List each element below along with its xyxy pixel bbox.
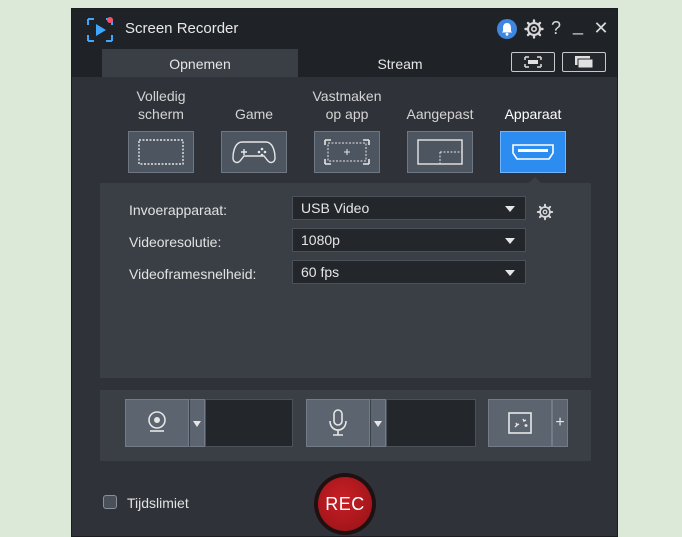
mode-fullscreen[interactable]: Volledig scherm	[118, 77, 204, 173]
device-settings-gear-icon[interactable]	[536, 203, 554, 221]
mode-fullscreen-button[interactable]	[128, 131, 194, 173]
mode-device-button[interactable]	[500, 131, 566, 173]
mode-lock-to-app-label-2: op app	[325, 106, 369, 122]
window-mode-button[interactable]	[562, 52, 606, 72]
video-framerate-select[interactable]: 60 fps	[292, 260, 526, 284]
time-limit-label: Tijdslimiet	[127, 495, 189, 511]
settings-gear-icon[interactable]	[524, 19, 544, 39]
mode-fullscreen-label-1: Volledig	[136, 88, 186, 104]
capture-frame-icon	[524, 56, 542, 68]
webcam-toggle-button[interactable]	[125, 399, 189, 447]
webcam-source-field[interactable]	[205, 399, 293, 447]
microphone-source-field[interactable]	[386, 399, 476, 447]
gamepad-icon	[232, 141, 276, 164]
effects-button[interactable]	[488, 399, 552, 447]
screen-recorder-window: Screen Recorder ? _ ✕ Opnemen Stream Vol…	[71, 8, 618, 537]
add-device-button[interactable]: +	[552, 399, 568, 447]
chevron-down-icon	[505, 238, 515, 244]
mode-custom-button[interactable]	[407, 131, 473, 173]
record-button[interactable]: REC	[318, 477, 372, 531]
mode-lock-to-app-label-1: Vastmaken	[312, 88, 382, 104]
close-button[interactable]: ✕	[591, 18, 611, 38]
time-limit-checkbox[interactable]	[103, 495, 117, 509]
notification-bell-icon[interactable]	[497, 19, 517, 39]
microphone-toggle-button[interactable]	[306, 399, 370, 447]
video-framerate-value: 60 fps	[301, 264, 340, 280]
chevron-down-icon	[374, 421, 382, 427]
mode-lock-to-app-button[interactable]	[314, 131, 380, 173]
screenshot-button[interactable]	[511, 52, 555, 72]
device-settings-panel: Invoerapparaat: USB Video Videoresolutie…	[100, 183, 591, 378]
minimize-button[interactable]: _	[568, 15, 588, 35]
mode-game[interactable]: Game	[211, 77, 297, 173]
mode-device-label: Apparaat	[504, 106, 562, 122]
microphone-options-arrow[interactable]	[370, 399, 386, 447]
chevron-down-icon	[505, 270, 515, 276]
video-resolution-select[interactable]: 1080p	[292, 228, 526, 252]
video-framerate-label: Videoframesnelheid:	[129, 266, 257, 282]
mode-device[interactable]: Apparaat	[490, 77, 576, 173]
help-button[interactable]: ?	[546, 18, 566, 38]
video-resolution-label: Videoresolutie:	[129, 234, 222, 250]
custom-region-icon	[417, 139, 463, 165]
mode-custom[interactable]: Aangepast	[397, 77, 483, 173]
microphone-icon	[329, 409, 347, 436]
lock-to-app-icon	[324, 139, 370, 165]
title-bar: Screen Recorder ? _ ✕	[72, 9, 617, 49]
chevron-down-icon	[193, 421, 201, 427]
tab-bar: Opnemen Stream	[72, 49, 617, 77]
webcam-icon	[148, 411, 166, 432]
device-toolbar: +	[100, 390, 591, 461]
capture-mode-bar: Volledig scherm Game Vastmaken op app Aa…	[72, 77, 617, 183]
video-resolution-value: 1080p	[301, 232, 340, 248]
mode-lock-to-app[interactable]: Vastmaken op app	[304, 77, 390, 173]
input-device-label: Invoerapparaat:	[129, 202, 228, 218]
app-title: Screen Recorder	[125, 20, 239, 37]
chevron-down-icon	[505, 206, 515, 212]
hdmi-device-icon	[512, 144, 554, 160]
mode-game-label: Game	[234, 106, 274, 122]
input-device-value: USB Video	[301, 200, 370, 216]
app-logo-icon	[87, 17, 113, 42]
mode-custom-label: Aangepast	[406, 106, 474, 122]
mode-game-button[interactable]	[221, 131, 287, 173]
windows-stack-icon	[575, 56, 594, 69]
tab-record[interactable]: Opnemen	[102, 49, 298, 77]
mode-fullscreen-label-2: scherm	[138, 106, 184, 122]
sparkle-effects-icon	[508, 412, 532, 434]
input-device-select[interactable]: USB Video	[292, 196, 526, 220]
webcam-options-arrow[interactable]	[189, 399, 205, 447]
tab-stream[interactable]: Stream	[298, 49, 502, 77]
fullscreen-icon	[138, 139, 184, 165]
